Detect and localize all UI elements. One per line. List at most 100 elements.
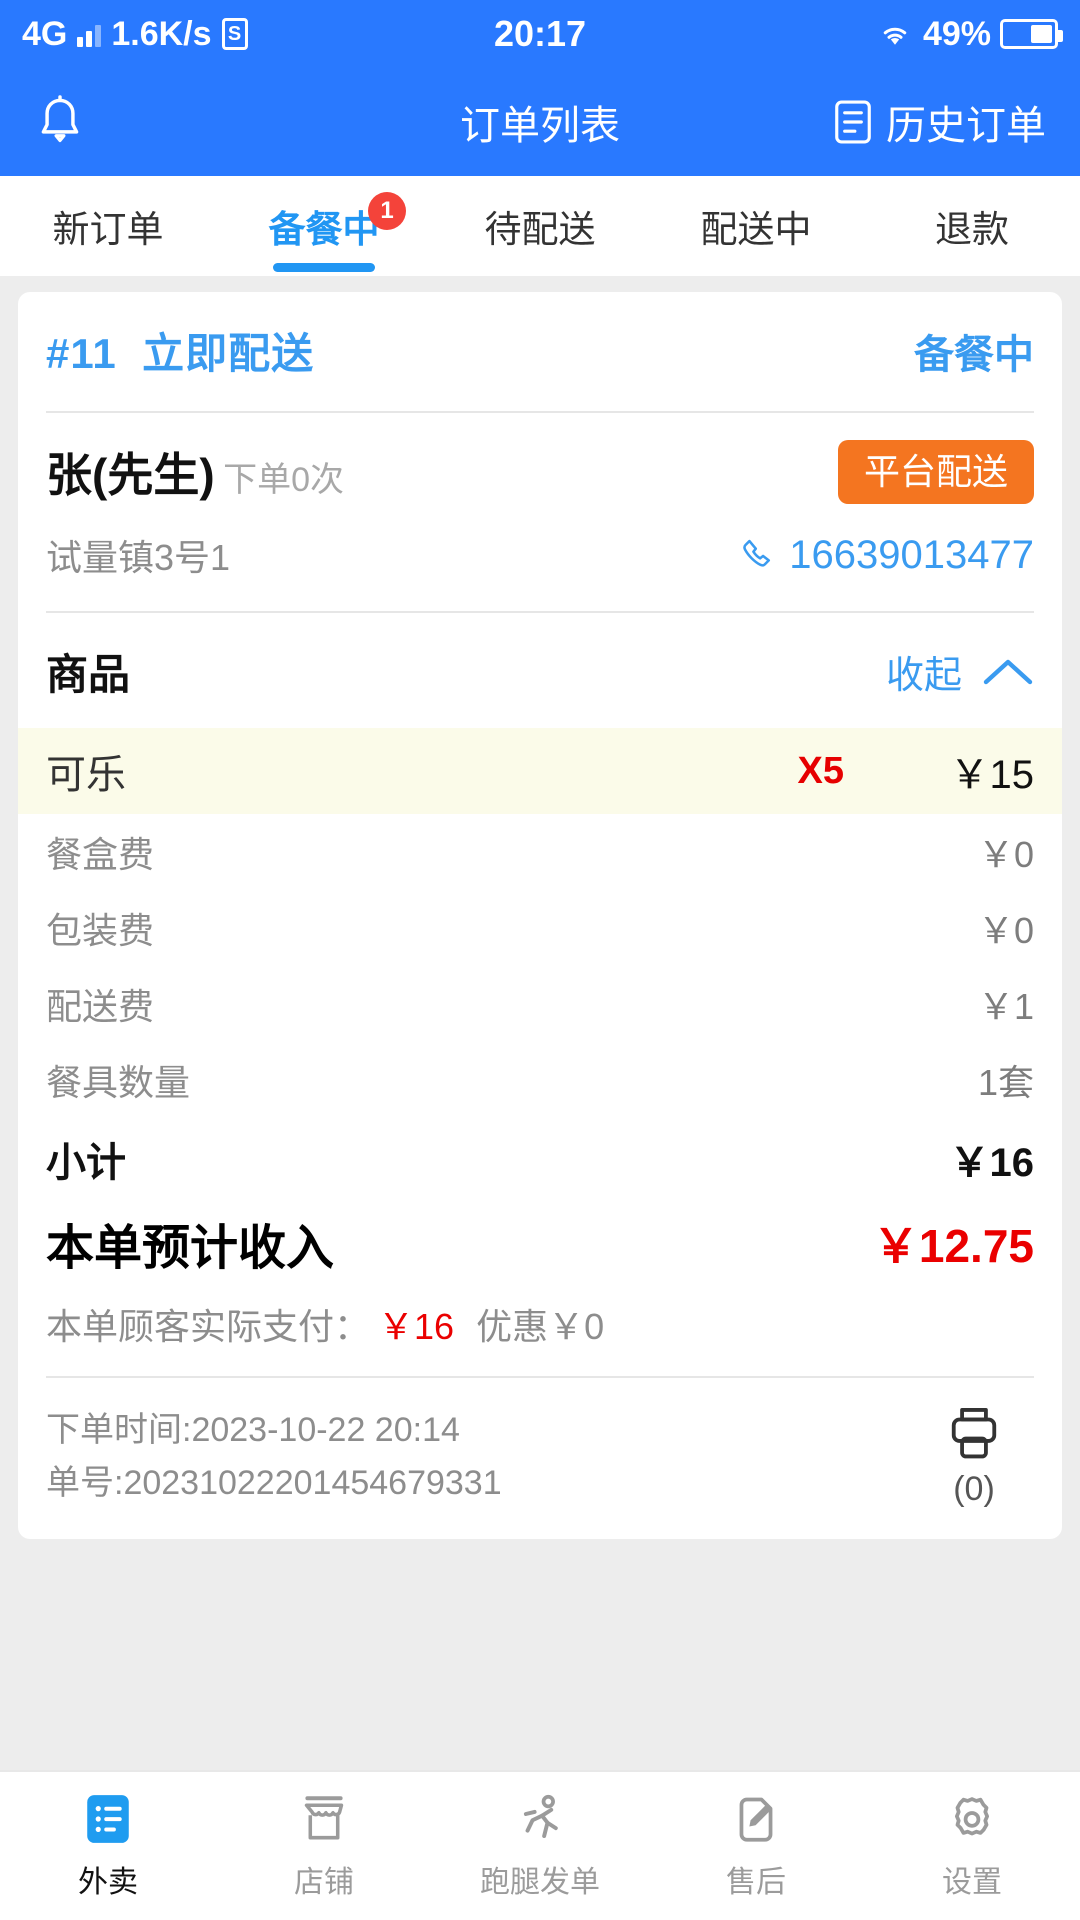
printer-icon [951, 1408, 997, 1459]
fee-row-packaging: 包装费 ￥0 [46, 890, 1034, 966]
nav-item-shop[interactable]: 店铺 [216, 1791, 432, 1901]
subtotal-value: ￥16 [949, 1141, 1035, 1185]
nav-label: 售后 [726, 1866, 786, 1899]
estimated-income-value: ￥12.75 [872, 1220, 1034, 1272]
wifi-icon [883, 27, 907, 45]
nav-item-settings[interactable]: 设置 [864, 1791, 1080, 1901]
tab-label: 待配送 [484, 209, 596, 250]
customer-paid-row: 本单顾客实际支付： ￥16 优惠￥0 [46, 1288, 1034, 1376]
delivery-method-badge[interactable]: 平台配送 [837, 440, 1034, 504]
customer-address: 试量镇3号1 [46, 537, 231, 578]
app-bar: 订单列表 历史订单 [0, 68, 1080, 176]
goods-item-quantity: X5 [797, 749, 844, 792]
nav-item-takeout[interactable]: 外卖 [0, 1791, 216, 1901]
fee-value: 1套 [977, 1062, 1034, 1103]
customer-paid-value: ￥16 [378, 1306, 455, 1347]
order-meta-lines: 下单时间:2023-10-22 20:14 单号:202310222014546… [46, 1404, 914, 1509]
customer-discount-value: 优惠￥0 [476, 1306, 605, 1347]
fee-value: ￥1 [977, 986, 1034, 1027]
history-orders-label: 历史订单 [886, 104, 1046, 148]
goods-item-price: ￥15 [949, 753, 1035, 797]
nav-label: 设置 [942, 1866, 1002, 1899]
edit-note-icon [730, 1791, 782, 1847]
nav-item-aftersales[interactable]: 售后 [648, 1791, 864, 1901]
print-count-label: (0) [953, 1470, 995, 1508]
shop-icon [298, 1791, 350, 1847]
tab-delivering[interactable]: 配送中 [648, 176, 864, 276]
tab-preparing[interactable]: 备餐中 1 [216, 176, 432, 276]
tab-new-orders[interactable]: 新订单 [0, 176, 216, 276]
chevron-up-icon [983, 659, 1033, 684]
collapse-goods-button[interactable]: 收起 [886, 644, 1034, 699]
customer-name: 张(先生) [46, 449, 215, 501]
fee-label: 配送费 [46, 986, 155, 1027]
fee-label: 餐具数量 [46, 1062, 191, 1103]
goods-section-title: 商品 [46, 651, 131, 698]
nav-label: 外卖 [78, 1866, 138, 1899]
order-card[interactable]: #11 立即配送 备餐中 张(先生) 下单0次 平台配送 试量镇3号1 1663… [18, 292, 1062, 1540]
order-status-badge: 备餐中 [914, 332, 1034, 377]
customer-order-count: 下单0次 [223, 461, 345, 499]
history-orders-button[interactable]: 历史订单 [832, 93, 1046, 151]
order-list-scroll[interactable]: #11 立即配送 备餐中 张(先生) 下单0次 平台配送 试量镇3号1 1663… [0, 276, 1080, 1770]
goods-item-row: 可乐 X5 ￥15 [18, 728, 1062, 814]
network-speed-label: 1.6K/s [111, 14, 212, 53]
tab-label: 配送中 [700, 209, 812, 250]
tab-badge-count: 1 [368, 192, 406, 230]
runner-icon [514, 1791, 566, 1847]
estimated-income-label: 本单预计收入 [46, 1222, 335, 1275]
address-row: 试量镇3号1 16639013477 [46, 523, 1034, 611]
nav-item-errand-dispatch[interactable]: 跑腿发单 [432, 1791, 648, 1901]
status-bar: 4G 1.6K/s S 20:17 49% [0, 0, 1080, 68]
order-number: #11 [46, 330, 117, 377]
customer-info: 张(先生) 下单0次 [46, 439, 344, 505]
order-delivery-type: 立即配送 [142, 330, 315, 377]
bottom-nav: 外卖 店铺 跑腿发单 售后 设置 [0, 1770, 1080, 1920]
bell-icon[interactable] [34, 94, 86, 150]
subtotal-row: 小计 ￥16 [46, 1118, 1034, 1194]
print-order-button[interactable]: (0) [914, 1404, 1034, 1509]
sim-card-icon: S [221, 18, 248, 50]
order-meta-row: 下单时间:2023-10-22 20:14 单号:202310222014546… [46, 1378, 1034, 1539]
nav-label: 店铺 [294, 1866, 354, 1899]
fee-row-delivery: 配送费 ￥1 [46, 966, 1034, 1042]
order-id: 单号:20231022201454679331 [46, 1463, 502, 1502]
customer-phone-number: 16639013477 [789, 532, 1034, 577]
takeout-list-icon [82, 1791, 134, 1847]
call-customer-button[interactable]: 16639013477 [739, 533, 1034, 578]
subtotal-label: 小计 [46, 1141, 126, 1185]
signal-bars-icon [77, 21, 102, 47]
tab-pending-delivery[interactable]: 待配送 [432, 176, 648, 276]
order-status-tabs: 新订单 备餐中 1 待配送 配送中 退款 [0, 176, 1080, 276]
tab-label: 退款 [935, 209, 1009, 250]
order-header-row: #11 立即配送 备餐中 [46, 292, 1034, 411]
fee-row-box: 餐盒费 ￥0 [46, 814, 1034, 890]
order-number-and-type: #11 立即配送 [46, 320, 314, 381]
customer-row: 张(先生) 下单0次 平台配送 [46, 413, 1034, 523]
goods-header-row: 商品 收起 [46, 613, 1034, 728]
gear-icon [946, 1791, 998, 1847]
customer-paid-label: 本单顾客实际支付： [46, 1306, 371, 1347]
fee-label: 包装费 [46, 910, 155, 951]
tab-active-underline [273, 263, 375, 272]
fee-value: ￥0 [977, 910, 1034, 951]
collapse-label: 收起 [885, 655, 962, 697]
history-list-icon [835, 100, 871, 144]
app-root: 4G 1.6K/s S 20:17 49% 订单列表 历史订单 新订单 备餐中 … [0, 0, 1080, 1920]
battery-icon [1000, 19, 1063, 49]
nav-label: 跑腿发单 [480, 1866, 600, 1899]
goods-item-name: 可乐 [46, 753, 126, 797]
order-time: 下单时间:2023-10-22 20:14 [46, 1411, 460, 1449]
fee-label: 餐盒费 [46, 834, 155, 875]
estimated-income-row: 本单预计收入 ￥12.75 [46, 1194, 1034, 1288]
network-type-label: 4G [22, 14, 68, 53]
fee-row-tableware: 餐具数量 1套 [46, 1042, 1034, 1118]
fee-value: ￥0 [977, 834, 1034, 875]
tab-label: 备餐中 [268, 209, 380, 250]
tab-label: 新订单 [52, 209, 164, 250]
phone-icon [743, 539, 771, 567]
status-bar-left: 4G 1.6K/s S [22, 15, 248, 54]
tab-refund[interactable]: 退款 [864, 176, 1080, 276]
battery-percent-label: 49% [922, 14, 991, 53]
status-bar-right: 49% [876, 14, 1063, 54]
